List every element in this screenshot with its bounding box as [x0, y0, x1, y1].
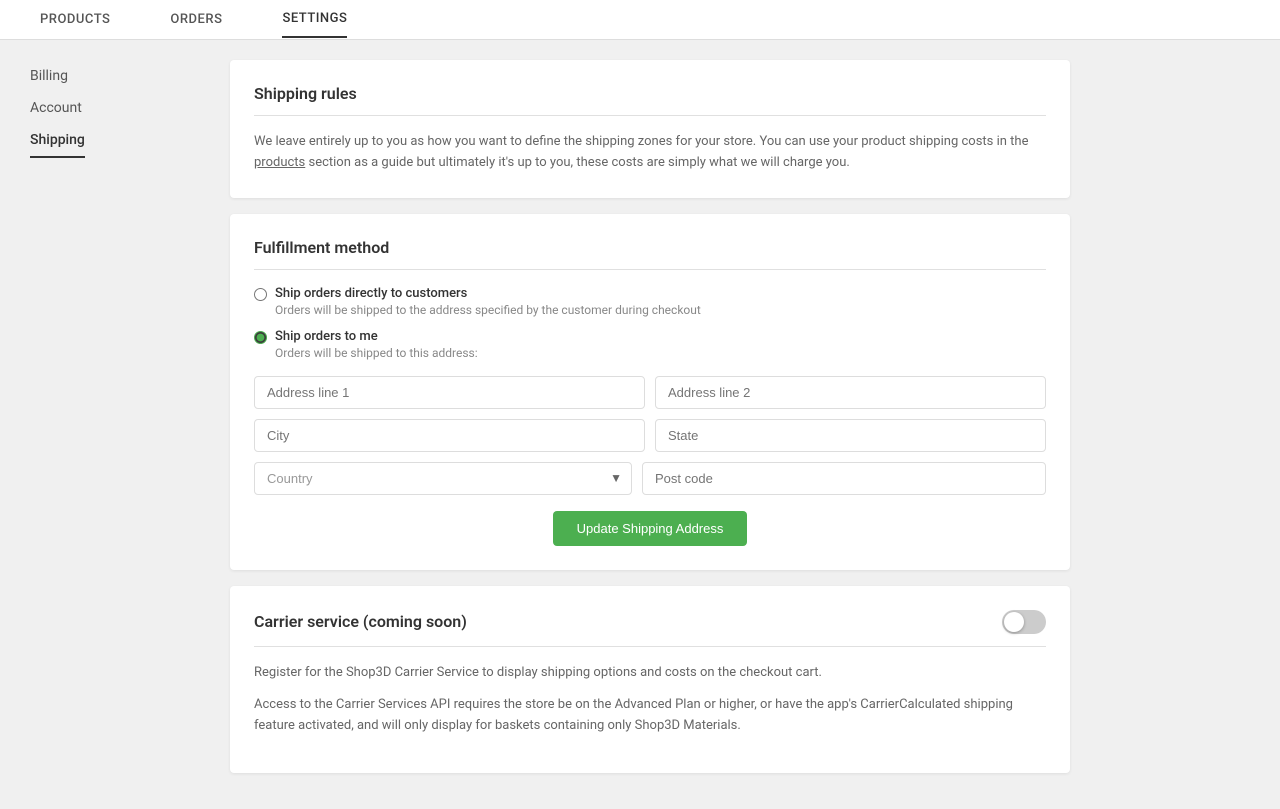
sidebar-item-shipping[interactable]: Shipping [30, 124, 85, 158]
address-row-3: Country United States United Kingdom Can… [254, 462, 1046, 495]
address-line1-input[interactable] [254, 376, 645, 409]
fulfillment-title: Fulfillment method [254, 238, 1046, 270]
sidebar: Billing Account Shipping [0, 40, 200, 809]
country-select-wrapper: Country United States United Kingdom Can… [254, 462, 632, 495]
carrier-title: Carrier service (coming soon) [254, 612, 467, 631]
city-input[interactable] [254, 419, 645, 452]
sidebar-item-billing[interactable]: Billing [0, 60, 200, 92]
address-form: Country United States United Kingdom Can… [254, 376, 1046, 546]
fulfillment-options: Ship orders directly to customers Orders… [254, 286, 1046, 360]
top-navigation: PRODUCTS ORDERS SETTINGS [0, 0, 1280, 40]
shipping-rules-title: Shipping rules [254, 84, 1046, 116]
carrier-toggle[interactable] [1002, 610, 1046, 634]
nav-settings[interactable]: SETTINGS [282, 1, 347, 38]
shipping-rules-description: We leave entirely up to you as how you w… [254, 132, 1046, 174]
sidebar-item-account[interactable]: Account [0, 92, 200, 124]
fulfillment-option2-sublabel: Orders will be shipped to this address: [275, 346, 478, 360]
carrier-card: Carrier service (coming soon) Register f… [230, 586, 1070, 773]
state-input[interactable] [655, 419, 1046, 452]
products-link[interactable]: products [254, 155, 305, 170]
nav-orders[interactable]: ORDERS [170, 2, 222, 37]
fulfillment-option1-label: Ship orders directly to customers [275, 286, 701, 301]
fulfillment-option-1: Ship orders directly to customers Orders… [254, 286, 1046, 317]
shipping-rules-card: Shipping rules We leave entirely up to y… [230, 60, 1070, 198]
address-line2-input[interactable] [655, 376, 1046, 409]
carrier-header: Carrier service (coming soon) [254, 610, 1046, 647]
fulfillment-radio-tome[interactable] [254, 331, 267, 344]
main-content: Shipping rules We leave entirely up to y… [200, 40, 1100, 809]
fulfillment-option1-sublabel: Orders will be shipped to the address sp… [275, 303, 701, 317]
fulfillment-card: Fulfillment method Ship orders directly … [230, 214, 1070, 570]
toggle-knob [1004, 612, 1024, 632]
fulfillment-radio-customers[interactable] [254, 288, 267, 301]
postcode-input[interactable] [642, 462, 1046, 495]
country-select[interactable]: Country United States United Kingdom Can… [254, 462, 632, 495]
update-shipping-button[interactable]: Update Shipping Address [553, 511, 748, 546]
fulfillment-option2-label: Ship orders to me [275, 329, 478, 344]
fulfillment-option-2: Ship orders to me Orders will be shipped… [254, 329, 1046, 360]
address-row-2 [254, 419, 1046, 452]
carrier-description-1: Register for the Shop3D Carrier Service … [254, 663, 1046, 684]
address-row-1 [254, 376, 1046, 409]
nav-products[interactable]: PRODUCTS [40, 2, 110, 37]
carrier-description-2: Access to the Carrier Services API requi… [254, 695, 1046, 737]
